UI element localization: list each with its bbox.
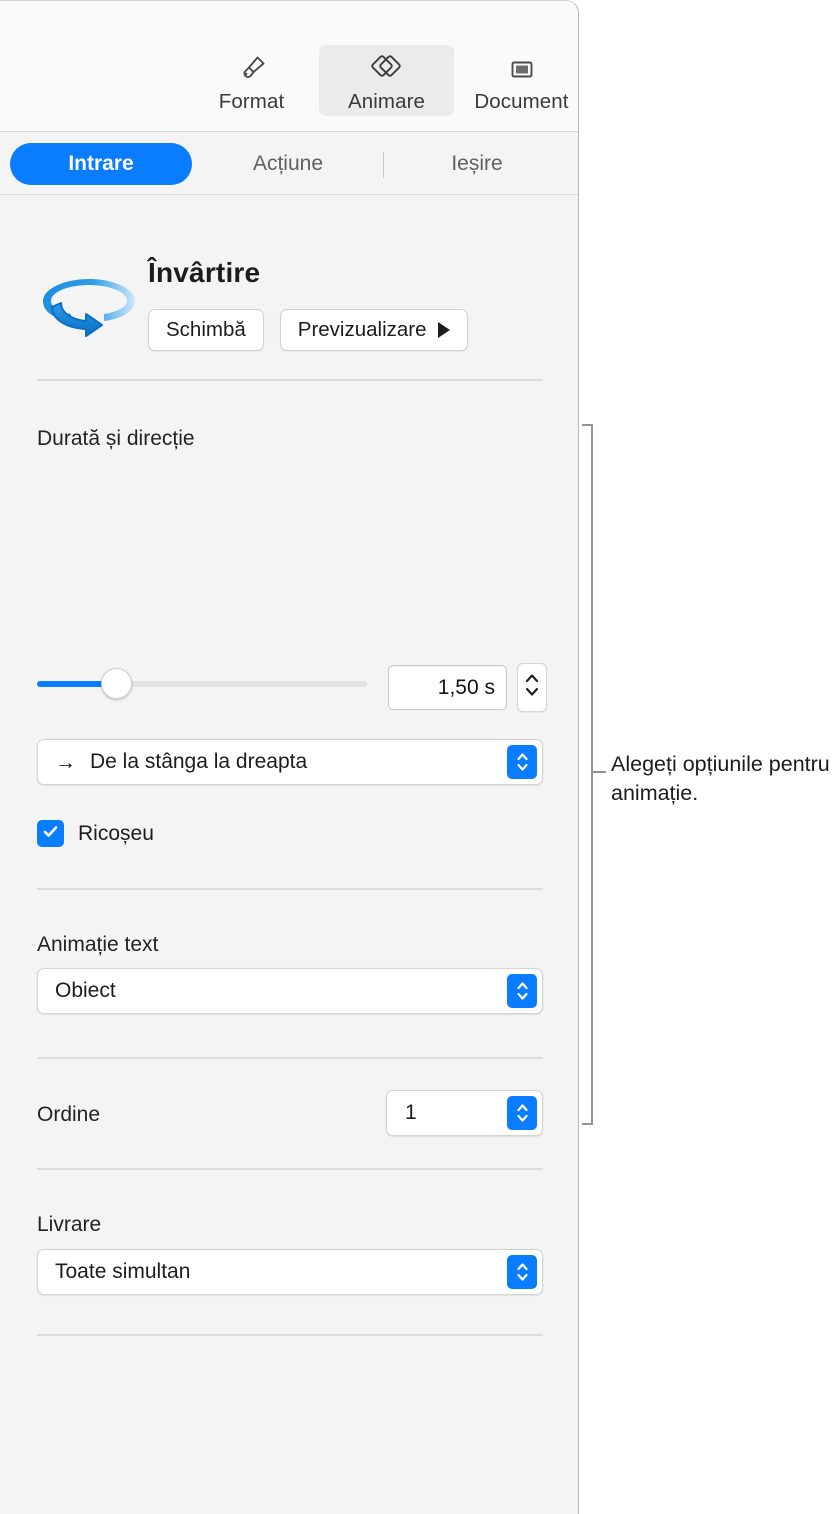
toolbar-item-animare-label: Animare [347, 90, 426, 113]
order-label: Ordine [37, 1103, 101, 1126]
bounce-checkbox-row[interactable]: Ricoșeu [37, 820, 154, 847]
tab-actiune[interactable]: Acțiune [203, 143, 373, 185]
toolbar-items: Format Animare Document [184, 45, 578, 116]
direction-popup-content: → De la stânga la dreapta [38, 750, 307, 774]
separator-2 [37, 888, 543, 890]
change-animation-label: Schimbă [166, 318, 246, 341]
separator-4 [37, 1168, 543, 1170]
text-animation-popup[interactable]: Obiect [37, 968, 543, 1014]
tab-iesire-label: Ieșire [451, 152, 503, 175]
text-animation-value: Obiect [55, 979, 116, 1002]
direction-popup[interactable]: → De la stânga la dreapta [37, 739, 543, 785]
animation-header-buttons: Schimbă Previzualizare [148, 309, 468, 351]
direction-value: De la stânga la dreapta [90, 750, 308, 773]
text-animation-popup-content: Obiect [38, 979, 116, 1003]
bounce-label: Ricoșeu [78, 821, 154, 845]
animate-diamonds-icon [369, 51, 405, 87]
duration-value: 1,50 s [437, 675, 495, 699]
toolbar-item-document-label: Document [474, 90, 569, 113]
delivery-value: Toate simultan [55, 1260, 191, 1283]
animation-phase-tabs: Intrare Acțiune Ieșire [0, 133, 578, 195]
callout-bracket [582, 424, 593, 1125]
tab-actiune-label: Acțiune [252, 152, 324, 175]
popup-up-down-icon [507, 745, 537, 779]
animation-title: Învârtire [148, 257, 261, 288]
delivery-popup-content: Toate simultan [38, 1260, 190, 1284]
popup-up-down-icon [507, 1096, 537, 1130]
format-inspector-panel: Format Animare Document Intrare Acțiune … [0, 0, 579, 1514]
separator-1 [37, 379, 543, 381]
toolbar-item-animare[interactable]: Animare [319, 45, 454, 116]
tab-divider [383, 152, 384, 178]
spin-arrow-icon [34, 271, 144, 343]
inspector-toolbar: Format Animare Document [0, 1, 578, 132]
arrow-right-icon: → [55, 750, 76, 774]
delivery-label: Livrare [37, 1213, 102, 1236]
duration-direction-label: Durată și direcție [37, 427, 195, 450]
checkmark-icon [41, 822, 60, 846]
callout-text: Alegeți opțiunile pentru animație. [611, 752, 830, 805]
change-animation-button[interactable]: Schimbă [148, 309, 264, 351]
separator-3 [37, 1057, 543, 1059]
popup-up-down-icon [507, 974, 537, 1008]
play-triangle-icon [437, 322, 450, 338]
preview-animation-button[interactable]: Previzualizare [279, 309, 468, 351]
toolbar-item-format[interactable]: Format [184, 45, 319, 116]
tab-intrare-label: Intrare [68, 152, 134, 175]
stepper-up-down-icon [523, 670, 541, 705]
tab-iesire[interactable]: Ieșire [392, 143, 562, 185]
separator-5 [37, 1334, 543, 1336]
screenshot-root: Format Animare Document Intrare Acțiune … [0, 0, 835, 1514]
duration-stepper[interactable] [517, 663, 547, 712]
paintbrush-icon [235, 51, 269, 87]
popup-up-down-icon [507, 1255, 537, 1289]
bounce-checkbox[interactable] [37, 820, 64, 847]
document-rectangle-icon [505, 51, 539, 87]
toolbar-item-format-label: Format [218, 90, 285, 113]
tab-intrare[interactable]: Intrare [10, 143, 192, 185]
duration-slider[interactable] [37, 668, 367, 699]
text-animation-label: Animație text [37, 933, 159, 956]
toolbar-item-document[interactable]: Document [454, 45, 578, 116]
order-value: 1 [405, 1101, 417, 1124]
callout-tick [593, 771, 606, 773]
duration-input[interactable]: 1,50 s [388, 665, 507, 710]
preview-animation-label: Previzualizare [297, 318, 427, 341]
order-stepper[interactable]: 1 [386, 1090, 543, 1136]
delivery-popup[interactable]: Toate simultan [37, 1249, 543, 1295]
animation-header: Învârtire Schimbă Previzualizare [0, 223, 578, 351]
slider-thumb[interactable] [101, 668, 132, 699]
